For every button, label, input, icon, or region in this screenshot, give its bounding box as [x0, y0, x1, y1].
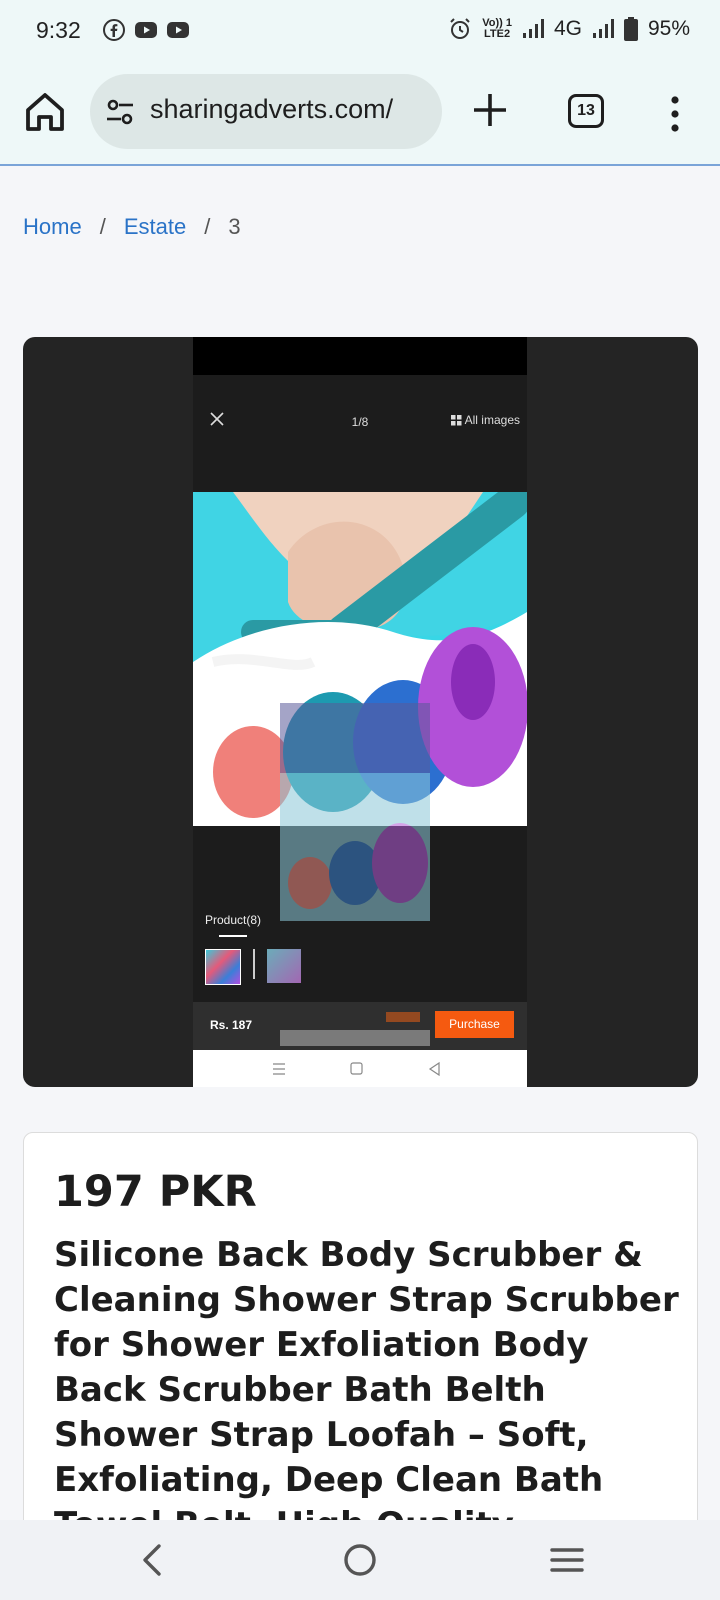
browser-toolbar: sharingadverts.com/ 13 [0, 62, 720, 166]
app-price: Rs. 187 [210, 1018, 253, 1032]
product-tab: Product(8) [205, 913, 262, 927]
purchase-bar: Rs. 187 Purchase [193, 1002, 527, 1050]
url-text: sharingadverts.com/ [150, 94, 394, 124]
signal-icon [592, 19, 614, 38]
thumbnail [205, 949, 241, 985]
app-nav-bar [193, 1050, 527, 1087]
facebook-icon [103, 19, 125, 41]
home-icon[interactable] [22, 89, 68, 135]
breadcrumb-separator: / [99, 214, 106, 239]
product-title: Silicone Back Body Scrubber & Cleaning S… [54, 1235, 679, 1545]
volte-indicator: Vo)) 1 LTE2 [482, 17, 512, 40]
breadcrumb-category[interactable]: Estate [124, 214, 186, 240]
signal-icon [522, 19, 544, 38]
overlay-thumbnail [280, 703, 430, 921]
clock: 9:32 [36, 17, 81, 43]
all-images-label: All images [450, 413, 520, 427]
battery-icon [623, 17, 638, 41]
product-price: 197 PKR [54, 1167, 257, 1217]
youtube-icon [167, 22, 189, 38]
alarm-icon [450, 18, 470, 39]
recents-icon[interactable] [547, 1540, 587, 1580]
system-navigation-bar [0, 1520, 720, 1600]
new-tab-icon[interactable] [468, 88, 512, 132]
tab-switcher-button[interactable]: 13 [568, 94, 604, 128]
home-nav-icon[interactable] [340, 1540, 380, 1580]
purchase-button: Purchase [435, 1011, 514, 1038]
breadcrumb-separator: / [204, 214, 211, 239]
overlay-thumbnail [280, 1012, 430, 1046]
breadcrumb-home[interactable]: Home [23, 214, 82, 240]
back-icon[interactable] [133, 1540, 173, 1580]
network-type: 4G [553, 17, 582, 40]
breadcrumb: Home / Estate / 3 [23, 214, 241, 240]
product-image[interactable]: 1/8 All images Product(8) Rs. 187 Purcha… [23, 337, 698, 1087]
status-bar: 9:32 Vo)) 1 LTE2 4G 95% [0, 0, 720, 62]
thumbnail [267, 949, 301, 983]
more-options-icon[interactable] [660, 94, 690, 134]
site-settings-icon[interactable] [104, 96, 136, 128]
embedded-screenshot: 1/8 All images Product(8) Rs. 187 Purcha… [193, 337, 527, 1087]
address-bar[interactable]: sharingadverts.com/ [90, 74, 442, 149]
status-indicators: Vo)) 1 LTE2 4G 95% [448, 17, 690, 41]
battery-level: 95% [647, 17, 690, 40]
breadcrumb-current: 3 [228, 214, 241, 239]
grid-icon [450, 414, 462, 425]
youtube-icon [135, 22, 157, 38]
